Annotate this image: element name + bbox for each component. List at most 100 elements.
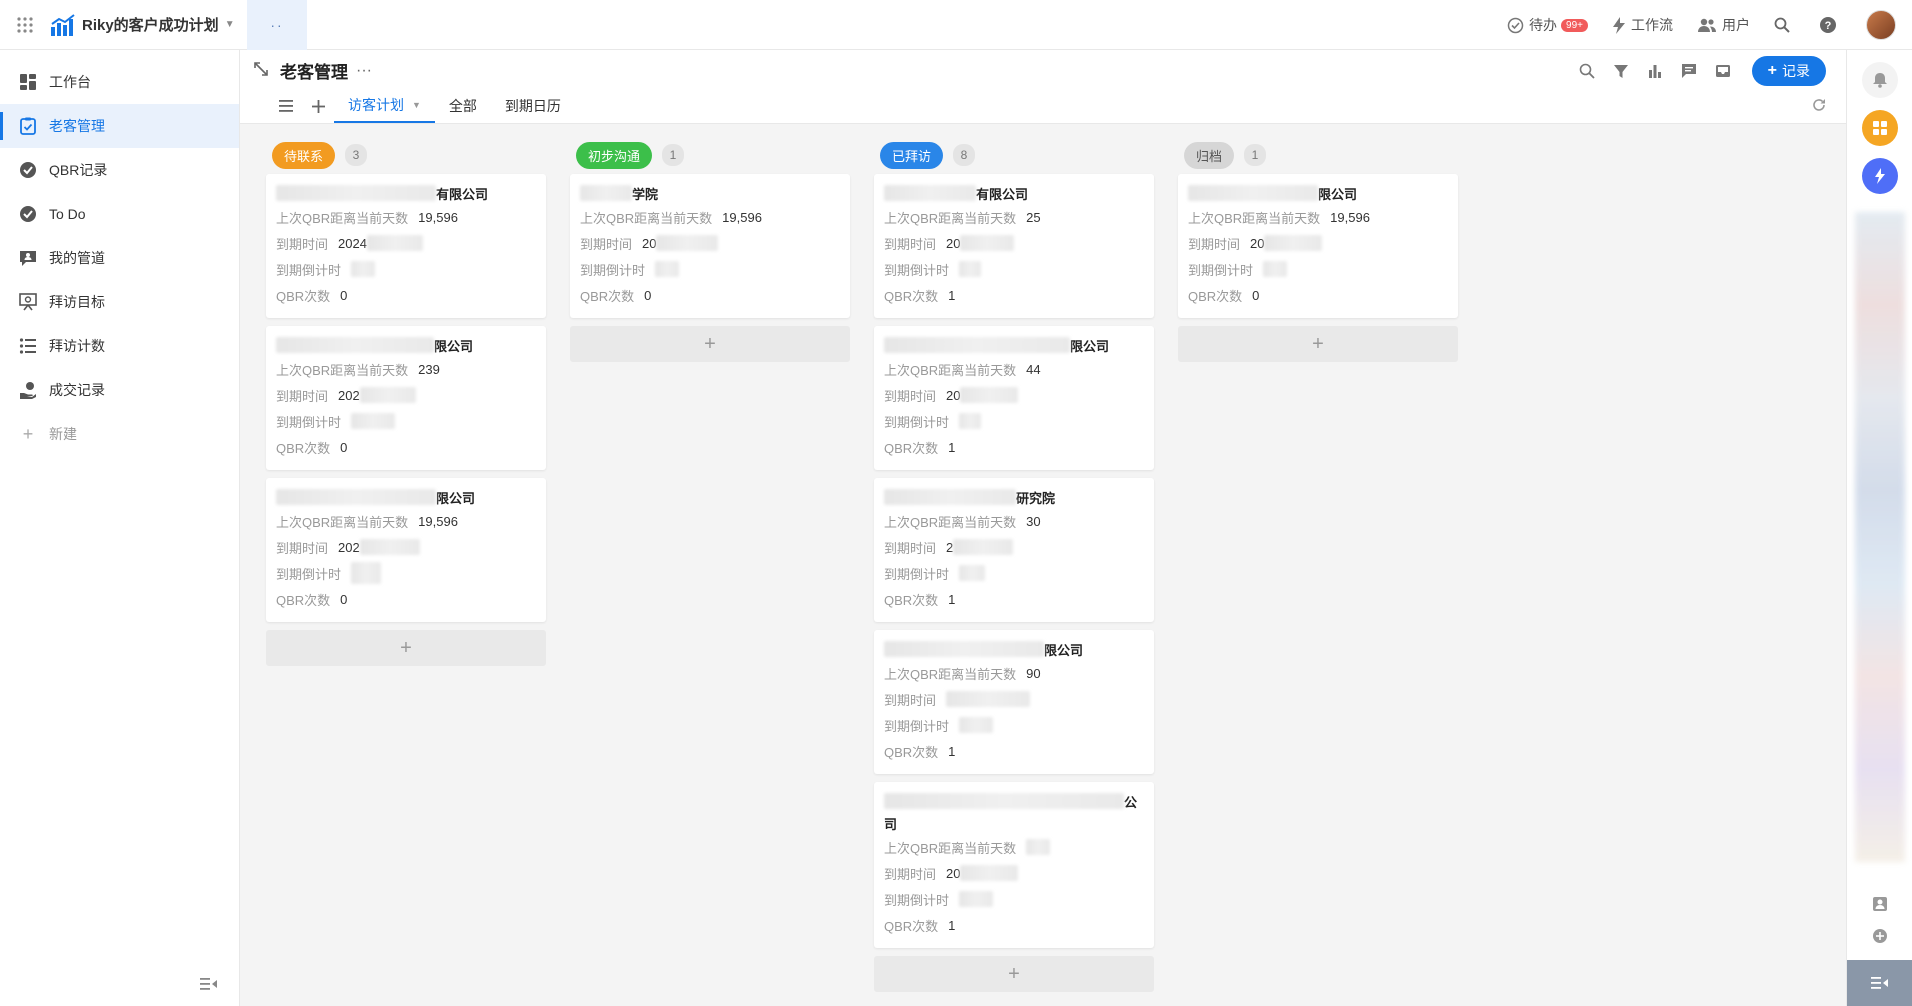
sidebar-item-pipeline[interactable]: 我的管道: [0, 236, 239, 280]
help-icon[interactable]: ?: [1819, 16, 1842, 34]
tab-visit-plan[interactable]: 访客计划 ▼: [334, 89, 435, 123]
redacted-text: [953, 539, 1014, 555]
card-title: 有限公司: [884, 182, 1144, 204]
field-value: 44: [1026, 361, 1041, 377]
add-card-button[interactable]: +: [1178, 326, 1458, 362]
column-status-pill[interactable]: 待联系: [272, 141, 336, 169]
right-rail: [1846, 50, 1912, 1006]
chat-plus-icon[interactable]: [1868, 924, 1892, 948]
expand-icon[interactable]: [254, 62, 268, 79]
add-card-button[interactable]: +: [570, 326, 850, 362]
record-card[interactable]: 研究院 上次QBR距离当前天数 30 到期时间 2 到期倒计时 QBR次数 1: [874, 478, 1154, 622]
users-icon: [1698, 18, 1716, 32]
collapse-rail-icon[interactable]: [1847, 960, 1912, 1006]
caret-down-icon[interactable]: ▼: [412, 100, 421, 110]
record-card[interactable]: 有限公司 上次QBR距离当前天数 25 到期时间 20 到期倒计时 QBR次数 1: [874, 174, 1154, 318]
bar-chart-icon[interactable]: [1638, 56, 1672, 86]
more-tab[interactable]: ··: [247, 0, 307, 50]
users-button[interactable]: 用户: [1697, 15, 1750, 35]
sidebar-item-customer-management[interactable]: 老客管理: [0, 104, 239, 148]
todo-badge: 99+: [1561, 18, 1588, 32]
redacted-text: [960, 865, 1019, 881]
menu-icon[interactable]: [270, 89, 302, 123]
record-card[interactable]: 有限公司 上次QBR距离当前天数 19,596 到期时间 2024 到期倒计时 QB…: [266, 174, 546, 318]
card-title-text: 有限公司: [976, 186, 1029, 202]
search-icon[interactable]: [1774, 17, 1795, 33]
field-value: 1: [948, 591, 956, 607]
field-label: 到期时间: [276, 236, 329, 252]
checklist-icon: [18, 116, 38, 136]
redacted-text: [1264, 235, 1323, 251]
field-label: 上次QBR距离当前天数: [884, 362, 1017, 378]
card-title-text: 限公司: [1044, 642, 1084, 658]
sidebar-item-label: 工作台: [49, 74, 91, 90]
card-title: 学院: [580, 182, 840, 204]
card-title: 限公司: [276, 334, 536, 356]
redacted-text: [359, 539, 420, 555]
sidebar-item-workbench[interactable]: 工作台: [0, 60, 239, 104]
sidebar-item-todo[interactable]: To Do: [0, 192, 239, 236]
tab-due-calendar[interactable]: 到期日历: [491, 89, 575, 123]
add-card-button[interactable]: +: [266, 630, 546, 666]
bell-icon[interactable]: [1861, 62, 1898, 98]
add-record-label: 记录: [1782, 63, 1810, 79]
comment-icon[interactable]: [1672, 56, 1706, 86]
main-area: 老客管理 ··· + 记录 访客计划 ▼ 全部 到期日历 待联系 3 有限公司 …: [240, 50, 1846, 1006]
app-title[interactable]: Riky的客户成功计划: [82, 14, 219, 35]
chevron-down-icon[interactable]: ▼: [225, 19, 235, 30]
field-label: QBR次数: [580, 288, 635, 304]
redacted-text: [276, 489, 436, 505]
workflow-button[interactable]: 工作流: [1612, 15, 1673, 35]
sidebar-item-deal-records[interactable]: 成交记录: [0, 368, 239, 412]
record-card[interactable]: 限公司 上次QBR距离当前天数 19,596 到期时间 202 到期倒计时 QBR次…: [266, 478, 546, 622]
todo-label: 待办: [1529, 17, 1558, 33]
field-label: QBR次数: [884, 440, 939, 456]
field-label: 到期时间: [884, 540, 937, 556]
more-options-button[interactable]: ···: [356, 62, 372, 80]
card-title-text: 研究院: [1016, 490, 1056, 506]
apps-icon[interactable]: [1861, 110, 1898, 146]
record-card[interactable]: 限公司 上次QBR距离当前天数 90 到期时间 到期倒计时 QBR次数 1: [874, 630, 1154, 774]
sidebar-item-visit-target[interactable]: 拜访目标: [0, 280, 239, 324]
refresh-icon[interactable]: [1812, 98, 1826, 115]
todo-button[interactable]: 待办 99+: [1507, 15, 1588, 35]
column-status-pill[interactable]: 归档: [1184, 141, 1235, 169]
record-card[interactable]: 学院 上次QBR距离当前天数 19,596 到期时间 20 到期倒计时 QBR次数 0: [570, 174, 850, 318]
record-card[interactable]: 限公司 上次QBR距离当前天数 239 到期时间 202 到期倒计时 QBR次数 0: [266, 326, 546, 470]
inbox-icon[interactable]: [1706, 56, 1740, 86]
card-title-text: 学院: [632, 186, 659, 202]
sidebar-item-qbr[interactable]: QBR记录: [0, 148, 239, 192]
user-avatar[interactable]: [1866, 10, 1896, 40]
column-status-pill[interactable]: 初步沟通: [576, 141, 653, 169]
tab-all[interactable]: 全部: [435, 89, 491, 123]
apps-grid-icon[interactable]: [0, 0, 50, 50]
sidebar-item-label: 成交记录: [49, 382, 105, 398]
filter-icon[interactable]: [1604, 56, 1638, 86]
field-value: 20: [946, 865, 961, 881]
dashboard-icon: [18, 72, 38, 92]
field-label: 到期时间: [884, 866, 937, 882]
collapse-sidebar-icon[interactable]: [200, 977, 218, 994]
search-icon[interactable]: [1570, 56, 1604, 86]
field-label: 到期倒计时: [276, 262, 342, 278]
card-title-text: 有限公司: [436, 186, 489, 202]
contact-card-icon[interactable]: [1868, 892, 1892, 916]
field-label: 到期时间: [276, 388, 329, 404]
column-status-pill[interactable]: 已拜访: [880, 141, 944, 169]
top-bar: Riky的客户成功计划 ▼ ·· 待办 99+ 工作流 用户 ?: [0, 0, 1912, 50]
record-card[interactable]: 限公司 上次QBR距离当前天数 44 到期时间 20 到期倒计时 QBR次数 1: [874, 326, 1154, 470]
field-value: 202: [338, 387, 360, 403]
field-label: 到期时间: [884, 692, 937, 708]
add-record-button[interactable]: + 记录: [1751, 56, 1826, 86]
sidebar-item-label: 拜访目标: [49, 294, 105, 310]
redacted-text: [946, 691, 1031, 707]
record-card[interactable]: 限公司 上次QBR距离当前天数 19,596 到期时间 20 到期倒计时 QBR次数…: [1178, 174, 1458, 318]
add-view-icon[interactable]: [302, 89, 334, 123]
record-card[interactable]: 公 司 上次QBR距离当前天数 到期时间 20 到期倒计时 QBR次数 1: [874, 782, 1154, 948]
field-label: 上次QBR距离当前天数: [884, 210, 1017, 226]
redacted-text: [959, 261, 982, 277]
ai-assistant-icon[interactable]: [1861, 158, 1898, 194]
sidebar-new-button[interactable]: + 新建: [0, 412, 239, 456]
add-card-button[interactable]: +: [874, 956, 1154, 992]
sidebar-item-visit-count[interactable]: 拜访计数: [0, 324, 239, 368]
